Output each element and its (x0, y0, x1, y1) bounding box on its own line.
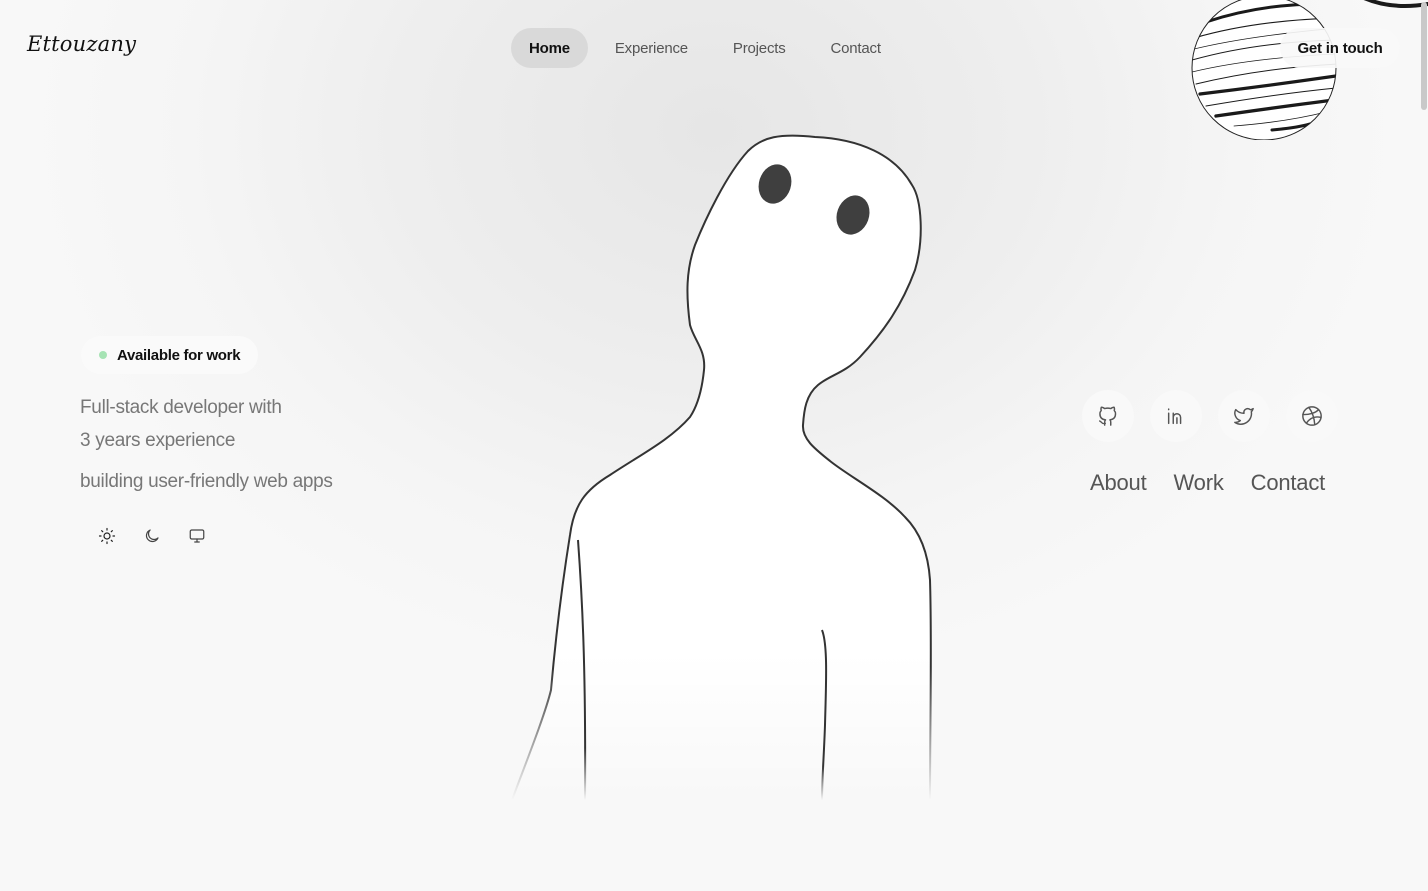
theme-system-button[interactable] (179, 518, 215, 554)
theme-switcher (80, 517, 224, 555)
availability-label: Available for work (117, 346, 241, 364)
get-in-touch-button[interactable]: Get in touch (1280, 28, 1400, 68)
dribbble-button[interactable] (1286, 390, 1338, 442)
ghost-figure-illustration (510, 134, 932, 801)
theme-light-button[interactable] (89, 518, 125, 554)
logo[interactable]: Ettouzany (27, 32, 136, 56)
side-nav-links: About Work Contact (1090, 470, 1352, 496)
scrollbar[interactable] (1420, 0, 1428, 891)
moon-icon (145, 529, 159, 543)
sun-icon (98, 527, 115, 545)
nav-item-home[interactable]: Home (511, 28, 588, 68)
linkedin-button[interactable] (1150, 390, 1202, 442)
page: Ettouzany Home Experience Projects Conta… (0, 0, 1428, 891)
monitor-icon (189, 529, 205, 543)
twitter-button[interactable] (1218, 390, 1270, 442)
github-button[interactable] (1082, 390, 1134, 442)
dribbble-icon (1302, 406, 1322, 426)
status-dot-icon (99, 351, 107, 359)
corner-swoosh-decoration (1363, 0, 1428, 8)
nav-item-projects[interactable]: Projects (715, 28, 804, 68)
link-contact[interactable]: Contact (1251, 470, 1326, 496)
scrollbar-thumb[interactable] (1421, 2, 1427, 110)
linkedin-icon (1167, 408, 1182, 425)
main-nav: Home Experience Projects Contact (511, 28, 908, 68)
nav-item-contact[interactable]: Contact (813, 28, 899, 68)
tagline-line-1: Full-stack developer with (80, 397, 282, 418)
planet-illustration (1191, 0, 1337, 140)
tagline-line-3: building user-friendly web apps (80, 471, 333, 492)
link-about[interactable]: About (1090, 470, 1147, 496)
github-icon (1099, 406, 1117, 426)
social-links (1082, 390, 1354, 442)
twitter-icon (1234, 407, 1254, 425)
tagline-line-2: 3 years experience (80, 430, 236, 451)
availability-badge: Available for work (81, 336, 259, 374)
link-work[interactable]: Work (1174, 470, 1224, 496)
nav-item-experience[interactable]: Experience (597, 28, 706, 68)
theme-dark-button[interactable] (134, 518, 170, 554)
